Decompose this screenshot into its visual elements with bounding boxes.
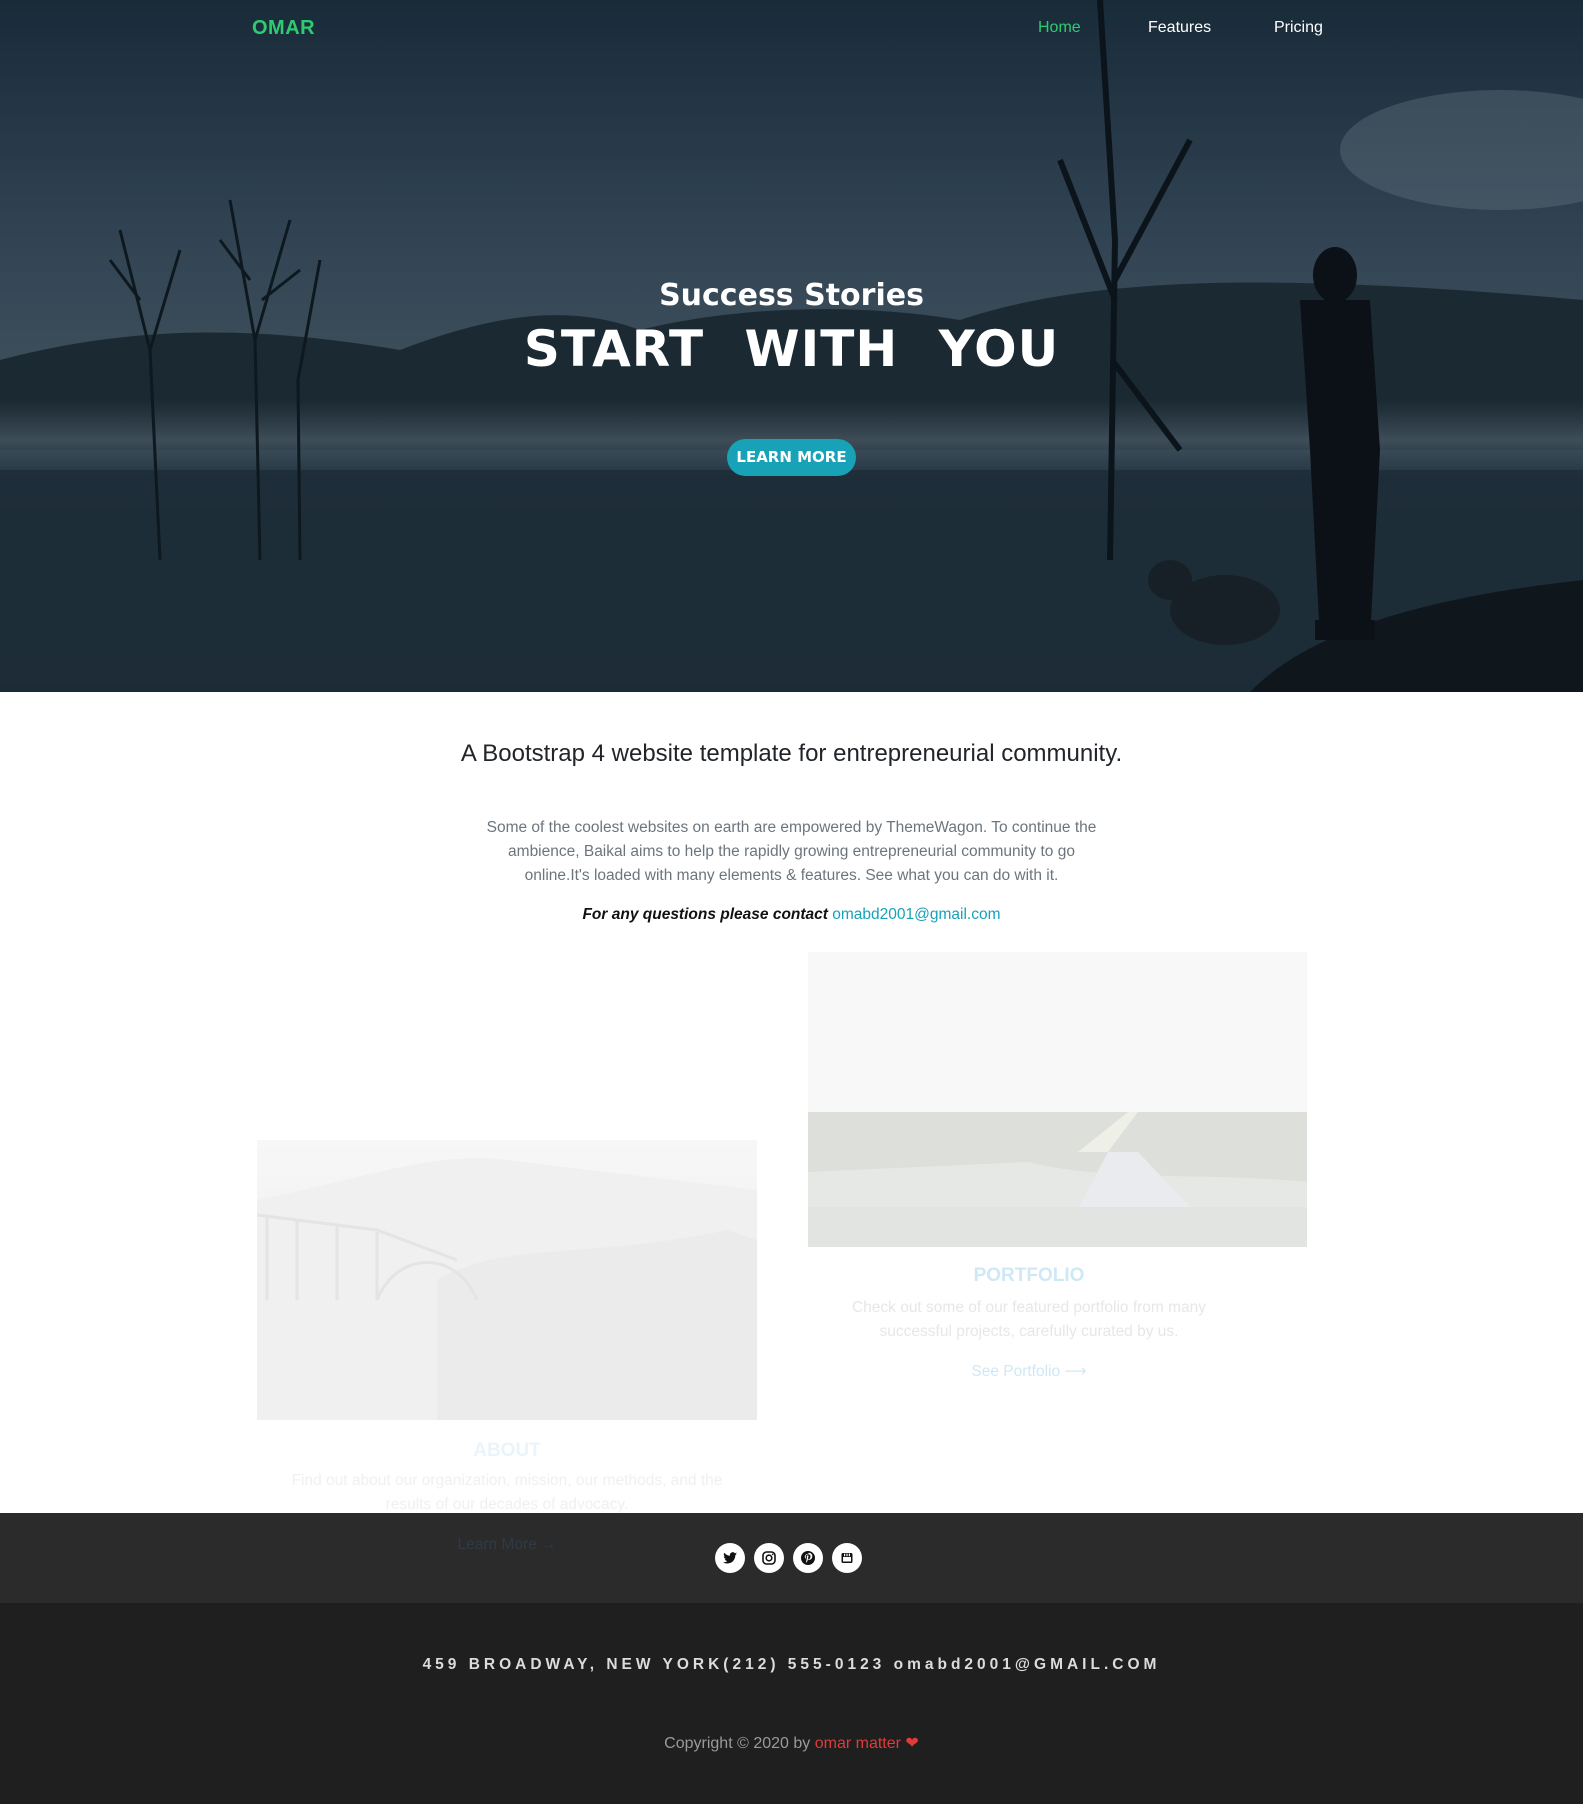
footer: 459 BROADWAY, NEW YORK(212) 555-0123 oma… <box>0 1603 1583 1804</box>
learn-more-button[interactable]: LEARN MORE <box>727 439 856 476</box>
about-text: Find out about our organization, mission… <box>291 1472 723 1513</box>
hero-title: START WITH YOU <box>523 320 1060 378</box>
copyright-text: Copyright © 2020 by <box>664 1735 811 1752</box>
intro-heading: A Bootstrap 4 website template for entre… <box>460 740 1123 767</box>
portfolio-text: Check out some of our featured portfolio… <box>851 1299 1207 1340</box>
hero-section: OMAR Home Features Pricing Success Stori… <box>0 0 1583 692</box>
footer-address: 459 BROADWAY, NEW YORK(212) 555-0123 oma… <box>422 1656 1161 1673</box>
see-portfolio-link[interactable]: See Portfolio ⟶ <box>808 1362 1250 1381</box>
intro-text: Some of the coolest websites on earth ar… <box>486 819 1097 884</box>
learn-more-link[interactable]: Learn More → <box>257 1536 757 1554</box>
heart-icon: ❤ <box>905 1735 919 1752</box>
pinterest-icon[interactable] <box>793 1543 823 1573</box>
portfolio-image <box>808 952 1307 1247</box>
portfolio-title: PORTFOLIO <box>973 1265 1085 1286</box>
hero-subtitle: Success Stories <box>659 278 924 313</box>
nav-link-features[interactable]: Features <box>1148 19 1211 37</box>
copyright-line: Copyright © 2020 by omar matter ❤ <box>0 1733 1583 1753</box>
contact-email-link[interactable]: omabd2001@gmail.com <box>832 906 1000 923</box>
youtube-icon[interactable] <box>832 1543 862 1573</box>
contact-line: For any questions please contact omabd20… <box>0 906 1583 924</box>
about-image <box>257 1140 757 1420</box>
contact-label: For any questions please contact <box>582 906 828 923</box>
about-title: ABOUT <box>473 1440 541 1461</box>
brand-logo[interactable]: OMAR <box>252 17 315 40</box>
instagram-icon[interactable] <box>754 1543 784 1573</box>
nav-link-pricing[interactable]: Pricing <box>1274 19 1323 37</box>
top-navbar: OMAR Home Features Pricing <box>0 0 1583 58</box>
nav-link-home[interactable]: Home <box>1038 19 1081 37</box>
social-strip <box>0 1513 1583 1603</box>
author-link[interactable]: omar matter <box>815 1735 901 1752</box>
